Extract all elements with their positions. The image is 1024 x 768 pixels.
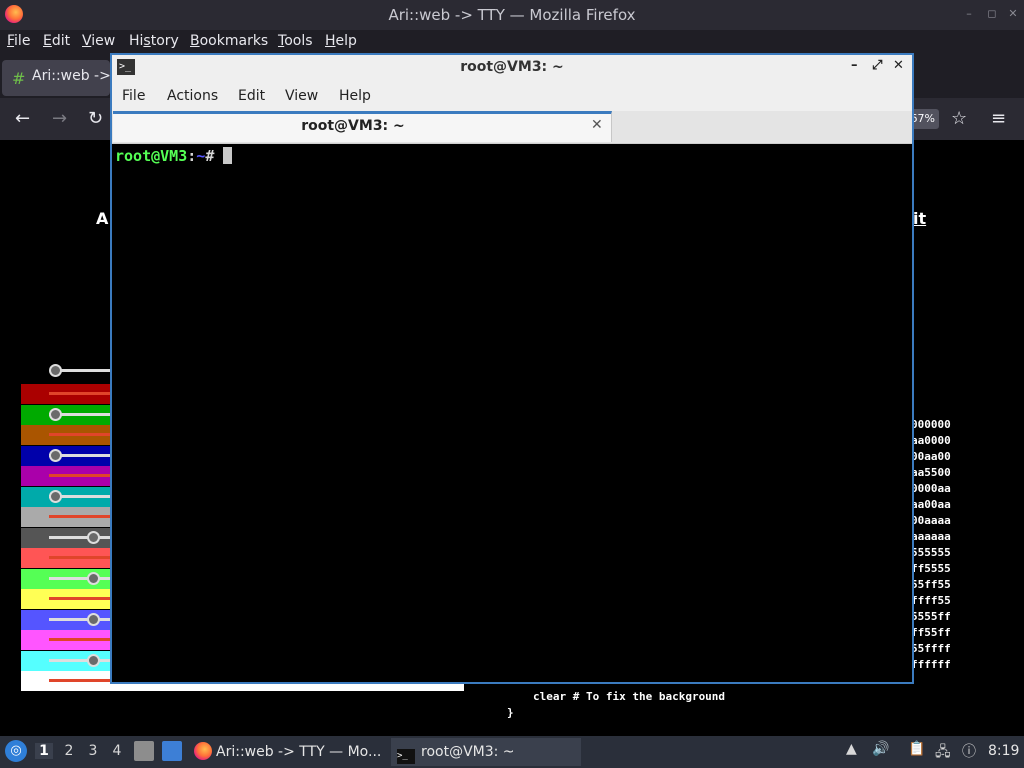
terminal-menubar [112,81,912,111]
slider-knob[interactable] [49,407,62,421]
page-link-fragment[interactable]: it [913,209,926,228]
back-icon[interactable]: ← [15,108,30,129]
hex-value: 000000 [911,418,951,431]
taskbar-firefox-label: Ari::web -> TTY — Mo... [216,744,382,760]
workspace-4[interactable]: 4 [108,743,126,759]
notification-icon[interactable]: ⓘ [962,741,976,761]
slider-knob[interactable] [49,448,62,462]
clock: 8:19 [988,743,1020,759]
firefox-window-title: Ari::web -> TTY — Mozilla Firefox [388,6,636,24]
tray-updates-icon[interactable]: ▲ [846,741,857,757]
hash-favicon-icon: # [12,69,26,88]
maximize-icon[interactable]: ◻ [985,7,999,21]
hex-value: 00aa00 [911,450,951,463]
bookmark-star-icon[interactable]: ☆ [951,108,967,129]
slider-knob[interactable] [87,612,100,626]
menu-file[interactable]: File [7,33,30,49]
terminal-menu-view[interactable]: View [285,88,318,104]
slider-track [49,433,113,436]
hex-value: aa00aa [911,498,951,511]
terminal-tab-label: root@VM3: ~ [301,118,405,134]
slider-knob[interactable] [87,530,100,544]
network-icon[interactable]: 🖧 [935,741,951,765]
page-heading-fragment: A [96,209,109,228]
taskbar-firefox-button[interactable]: Ari::web -> TTY — Mo... [194,738,386,766]
app-launcher-icon[interactable]: ◎ [5,740,27,762]
code-line: } [507,706,514,719]
slider-track [49,556,113,559]
palette-bottom-bar [21,684,464,691]
slider-track [49,392,113,395]
hex-value: 55ffff [911,642,951,655]
slider-track [49,679,113,682]
firefox-icon [194,742,212,760]
workspace-2[interactable]: 2 [60,743,78,759]
clipboard-icon[interactable]: 📋 [908,741,925,757]
hex-value: 5555ff [911,610,951,623]
terminal-close-icon[interactable]: ✕ [893,58,904,73]
slider-knob[interactable] [49,364,62,377]
taskbar-terminal-button[interactable]: >_ root@VM3: ~ [391,738,581,766]
menu-edit[interactable]: Edit [43,33,70,49]
shell-prompt: root@VM3:~# [115,147,233,165]
slider-knob[interactable] [87,571,100,585]
terminal-menu-actions[interactable]: Actions [167,88,218,104]
minimize-icon[interactable]: – [962,7,976,21]
browser-tab-label: Ari::web -> [32,68,111,84]
slider-track [49,535,113,539]
hex-value: 00aaaa [911,514,951,527]
close-icon[interactable]: ✕ [1006,7,1020,21]
hamburger-menu-icon[interactable]: ≡ [991,108,1006,129]
terminal-menu-edit[interactable]: Edit [238,88,265,104]
volume-icon[interactable]: 🔊 [872,741,889,757]
hex-value: aa5500 [911,466,951,479]
hex-value: aaaaaa [911,530,951,543]
slider-track [49,617,113,621]
slider-track [49,515,113,518]
menu-view[interactable]: View [82,33,115,49]
forward-icon[interactable]: → [52,108,67,129]
taskbar-terminal-label: root@VM3: ~ [421,744,515,760]
terminal-output-area[interactable] [112,144,912,682]
menu-history[interactable]: History [129,33,179,49]
slider-track [49,658,113,662]
show-desktop-icon[interactable] [162,741,182,761]
terminal-tab-close-icon[interactable]: ✕ [591,117,603,133]
hex-value: aa0000 [911,434,951,447]
workspace-3[interactable]: 3 [84,743,102,759]
hex-value: ffffff [911,658,951,671]
slider-track [49,576,113,580]
terminal-window-title: root@VM3: ~ [460,59,564,75]
slider-track [49,597,113,600]
menu-help[interactable]: Help [325,33,357,49]
slider-track [49,474,113,477]
slider-knob[interactable] [49,489,62,503]
hex-value: 55ff55 [911,578,951,591]
workspace-1[interactable]: 1 [35,743,53,759]
menu-bookmarks[interactable]: Bookmarks [190,33,268,49]
slider-track [55,369,113,372]
hex-value: 555555 [911,546,951,559]
terminal-menu-help[interactable]: Help [339,88,371,104]
terminal-menu-file[interactable]: File [122,88,145,104]
text-cursor [223,147,233,164]
terminal-minimize-icon[interactable]: – [851,58,858,73]
terminal-icon: >_ [397,749,415,764]
code-line: clear # To fix the background [533,690,726,703]
hex-value: 0000aa [911,482,951,495]
terminal-maximize-icon[interactable]: ⤢ [872,58,882,73]
menu-tools[interactable]: Tools [278,33,313,49]
hex-value: ff5555 [911,562,951,575]
slider-knob[interactable] [87,653,100,667]
reload-icon[interactable]: ↻ [88,108,103,129]
file-manager-icon[interactable] [134,741,154,761]
slider-track [49,638,113,641]
hex-value: ffff55 [911,594,951,607]
hex-value: ff55ff [911,626,951,639]
